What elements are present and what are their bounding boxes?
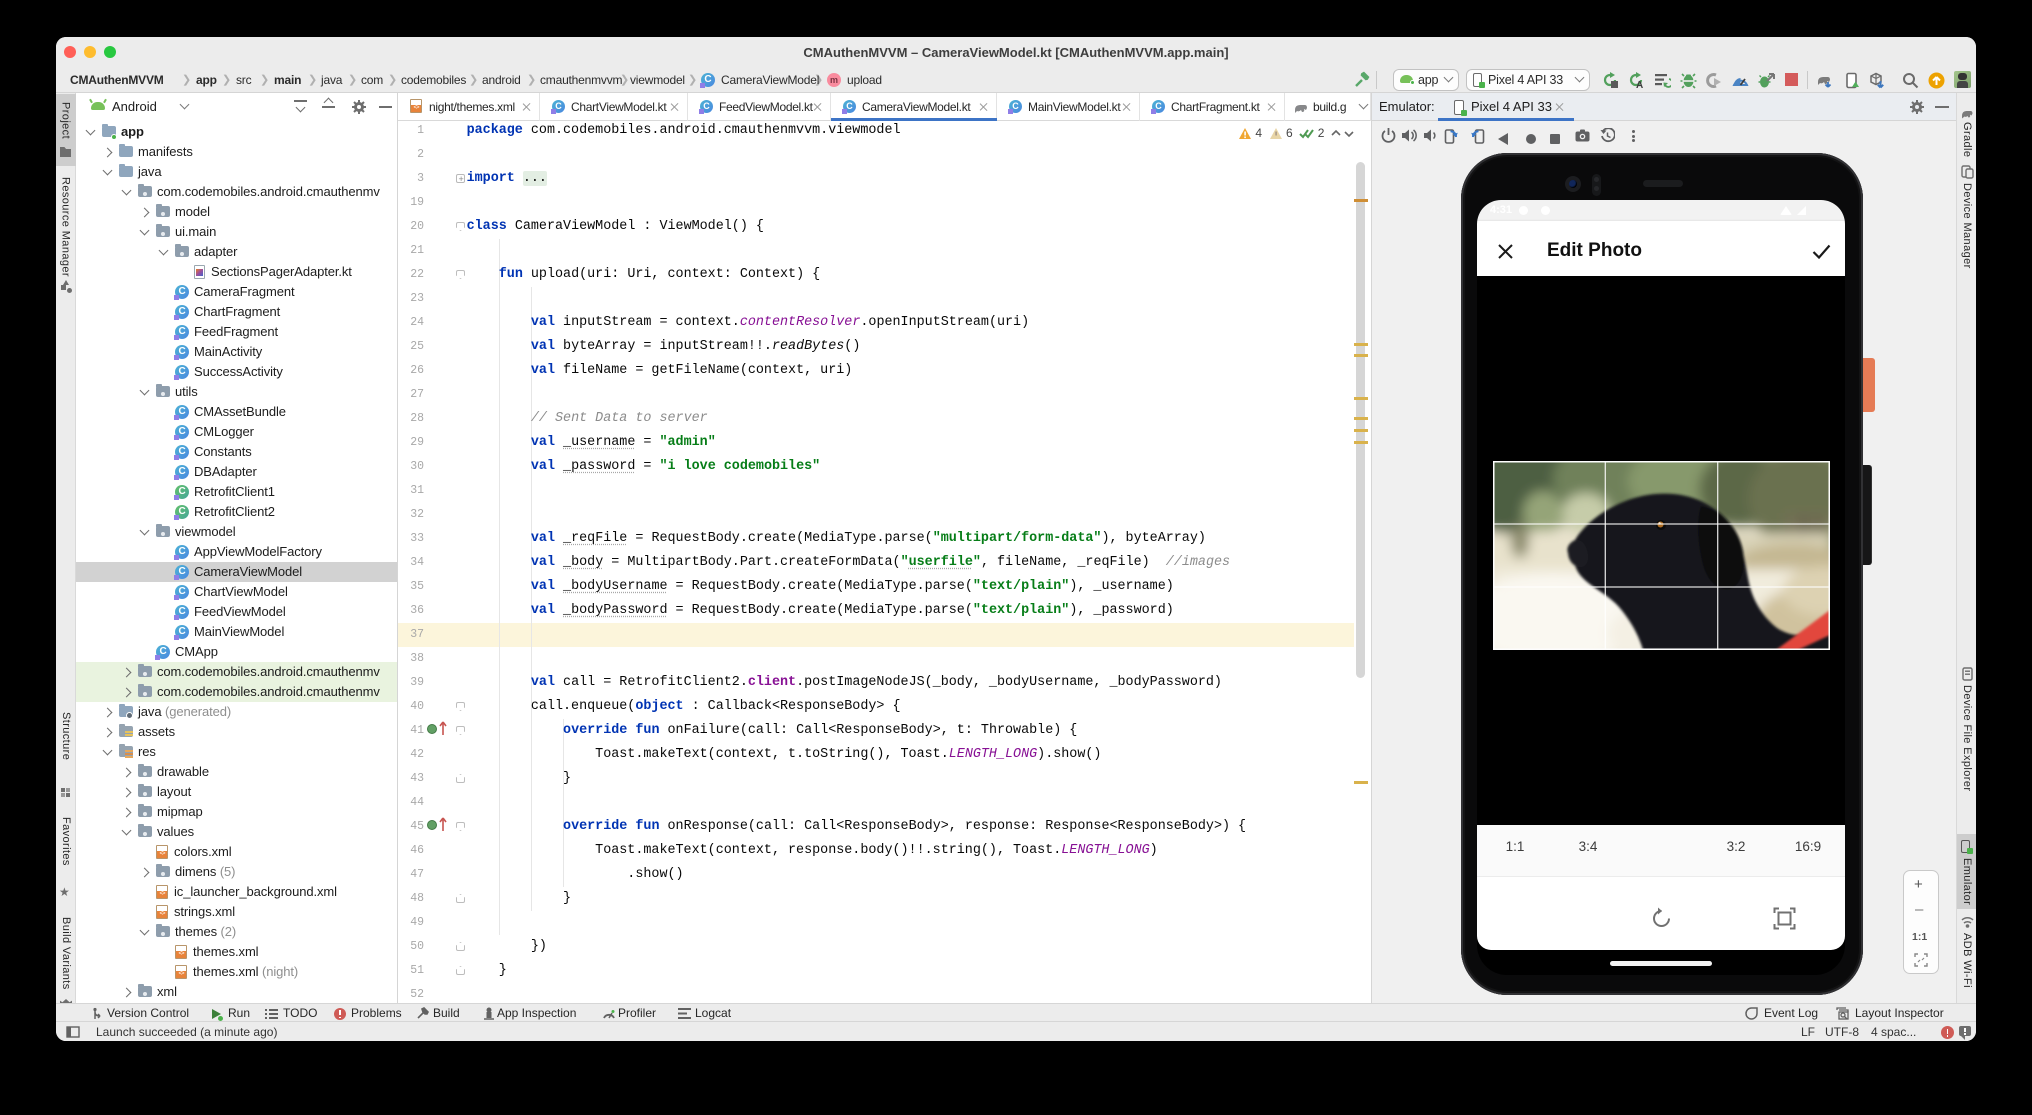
svg-text:A: A (1636, 80, 1643, 89)
